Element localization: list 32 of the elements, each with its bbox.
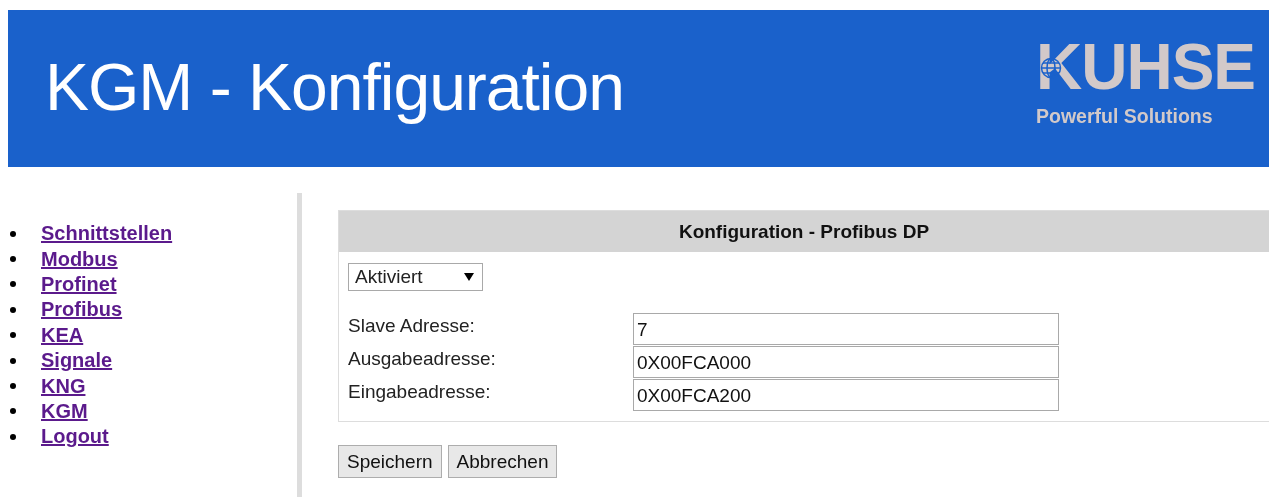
nav-link[interactable]: KGM xyxy=(41,399,88,423)
nav-link[interactable]: Profibus xyxy=(41,298,123,322)
bullet-icon xyxy=(10,230,16,237)
page-title: KGM - Konfiguration xyxy=(45,48,624,125)
bullet-icon xyxy=(10,256,16,263)
status-dropdown[interactable]: Aktiviert xyxy=(348,263,483,291)
nav-link[interactable]: Logout xyxy=(41,425,109,449)
bullet-icon xyxy=(10,408,16,415)
input-field[interactable]: 0X00FCA200 xyxy=(633,379,1059,411)
nav-link[interactable]: Schnittstellen xyxy=(41,222,173,246)
logo-tagline: Powerful Solutions xyxy=(1035,105,1213,128)
field-label: Eingabeadresse: xyxy=(348,380,492,404)
nav-link[interactable]: KNG xyxy=(41,374,86,398)
field-label: Ausgabeadresse: xyxy=(348,347,497,371)
bullet-icon xyxy=(10,383,16,390)
bullet-icon xyxy=(10,433,16,440)
action-button[interactable]: Abbrechen xyxy=(447,445,558,478)
input-field[interactable]: 7 xyxy=(633,313,1059,345)
bullet-icon xyxy=(10,281,16,288)
nav-link[interactable]: Profinet xyxy=(41,272,117,296)
bullet-icon xyxy=(10,306,16,313)
nav-link[interactable]: KEA xyxy=(41,323,84,347)
panel-title: Konfiguration - Profibus DP xyxy=(339,211,1269,252)
caret-icon xyxy=(464,273,474,281)
input-field[interactable]: 0X00FCA000 xyxy=(633,346,1059,378)
nav-link[interactable]: Modbus xyxy=(41,247,118,271)
logo-name: KUHSE xyxy=(1035,39,1255,95)
bullet-icon xyxy=(10,332,16,339)
field-label: Slave Adresse: xyxy=(348,314,476,338)
nav-link[interactable]: Signale xyxy=(41,349,113,373)
action-button[interactable]: Speichern xyxy=(338,445,442,478)
bullet-icon xyxy=(10,357,16,364)
